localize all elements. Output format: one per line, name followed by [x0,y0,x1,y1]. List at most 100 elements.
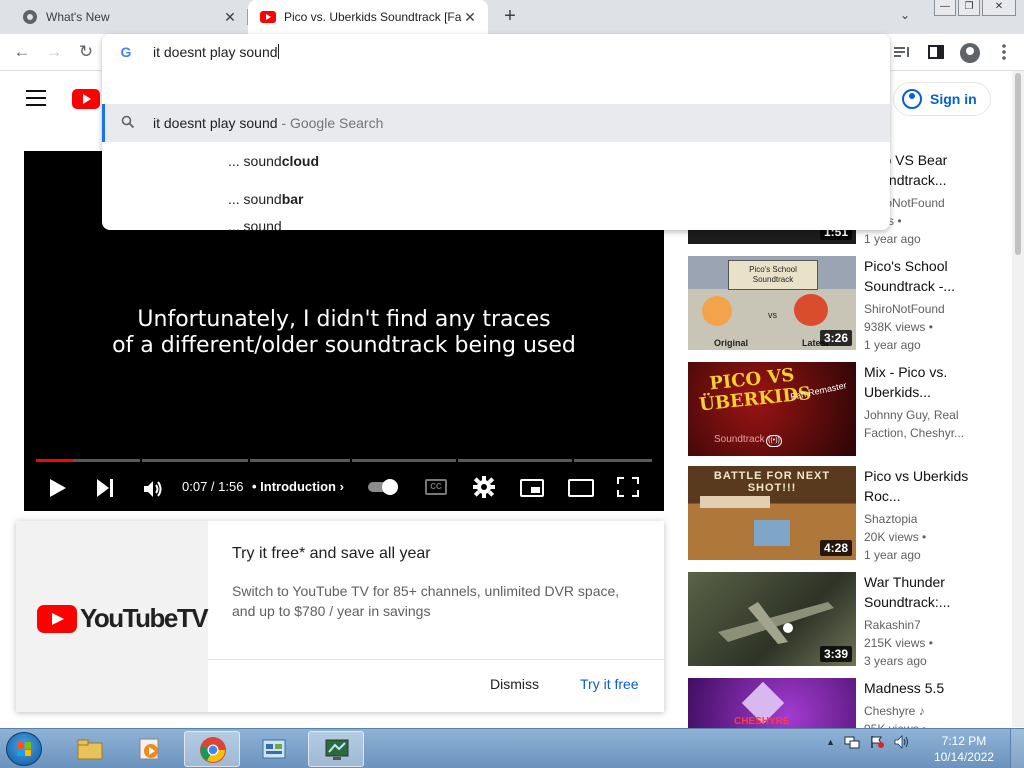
caption-line: Unfortunately, I didn't find any traces [137,307,551,332]
address-bar[interactable]: G it doesnt play sound [102,34,890,71]
fullscreen-icon[interactable] [617,477,639,497]
next-video-icon[interactable] [97,479,115,497]
new-tab-button[interactable]: + [498,4,522,28]
mix-broadcast-icon: ((•)) [766,435,782,447]
video-thumbnail[interactable]: PICO VS ÜBERKIDS Fan Remaster Soundtrack… [688,362,856,456]
view-count: 95K views • [864,720,1004,728]
clock-date: 10/14/2022 [933,750,994,764]
youtube-play-logo-icon [37,604,77,633]
taskbar-control-panel[interactable] [246,731,302,767]
video-title[interactable]: Madness 5.5 [864,678,1004,698]
taskbar-clock[interactable]: 7:12 PM 10/14/2022 [934,733,994,765]
taskbar-remote-app[interactable] [308,731,364,767]
sign-in-button[interactable]: Sign in [893,82,991,116]
tab-close-icon[interactable]: ✕ [462,9,478,26]
youtube-favicon-icon [260,11,276,23]
video-title[interactable]: Pico's School Soundtrack -... [864,256,1004,296]
recommended-video[interactable]: Pico's School Soundtrack vs Original Lat… [688,256,1008,352]
channel-name[interactable]: Shaztopia [864,510,1004,528]
suggestion-item[interactable]: ... sound [102,218,890,234]
suggestion-google-search[interactable]: it doesnt play sound - Google Search [102,104,890,142]
chapter-segment [142,459,248,462]
tab-search-chevron-icon[interactable]: ⌄ [896,8,914,26]
miniplayer-icon[interactable] [520,479,544,497]
side-panel-icon[interactable] [926,40,946,64]
play-icon[interactable] [50,479,66,497]
video-thumbnail[interactable]: CHESHYRE [688,678,856,728]
recommended-mix[interactable]: PICO VS ÜBERKIDS Fan Remaster Soundtrack… [688,362,1008,458]
media-player-icon [139,738,159,760]
taskbar-chrome[interactable] [184,731,240,767]
channel-name[interactable]: Cheshyre ♪ [864,702,1004,720]
address-input[interactable]: it doesnt play sound [153,44,279,60]
folder-icon [77,739,103,760]
taskbar-explorer[interactable] [62,731,118,767]
youtube-tv-logo: YouTubeTV [37,603,209,634]
media-queue-icon[interactable] [892,40,912,64]
google-g-icon: G [120,44,132,60]
taskbar-media-player[interactable] [122,731,178,767]
thumbnail-sign: Pico's School Soundtrack [728,260,818,290]
volume-tray-icon[interactable] [894,735,910,749]
menu-kebab-icon[interactable] [994,40,1014,64]
chrome-icon [23,10,37,24]
action-center-flag-icon[interactable] [869,735,885,749]
chrome-icon [200,737,226,763]
tray-expand-icon[interactable]: ▲ [826,737,835,747]
reload-button[interactable]: ↻ [74,40,98,64]
thumbnail-title-text: PICO VS ÜBERKIDS [698,364,813,416]
recommended-video[interactable]: BATTLE FOR NEXT SHOT!!! 4:28 Pico vs Ube… [688,466,1008,562]
control-panel-icon [262,739,286,759]
recommended-video[interactable]: 3:39 War Thunder Soundtrack:... Rakashin… [688,572,1008,668]
video-thumbnail[interactable]: 3:39 [688,572,856,666]
video-title[interactable]: War Thunder Soundtrack:... [864,572,1004,612]
forward-button[interactable]: → [42,40,66,64]
youtube-logo-icon[interactable] [72,89,100,109]
recommended-video[interactable]: CHESHYRE Madness 5.5 Cheshyre ♪ 95K view… [688,678,1008,728]
minimize-button[interactable]: — [934,0,956,16]
suggestion-completion: cloud [281,153,320,169]
video-title[interactable]: Mix - Pico vs. Uberkids... [864,362,1004,402]
tab-title: What's New [46,10,110,24]
show-desktop-button[interactable] [1010,729,1024,768]
progress-bar[interactable] [36,459,652,462]
settings-gear-icon[interactable] [472,475,496,499]
network-icon[interactable] [844,735,860,749]
promo-logo-panel: YouTubeTV [16,521,209,712]
profile-avatar-icon[interactable] [960,43,980,63]
maximize-button[interactable]: ❐ [958,0,980,16]
suggestion-item[interactable]: ... soundbar [102,180,890,218]
sign-in-label: Sign in [930,91,977,107]
try-it-free-button[interactable]: Try it free [580,676,639,692]
autoplay-toggle[interactable] [368,479,402,495]
progress-played [36,459,73,462]
window-controls: — ❐ ✕ [934,0,1016,16]
chapter-title[interactable]: • Introduction › [252,479,344,503]
channel-name[interactable]: ShiroNotFound [864,300,1004,318]
back-button[interactable]: ← [10,40,34,64]
scrollbar-thumb[interactable] [1015,73,1021,255]
subtitles-icon[interactable]: CC [425,479,447,495]
channel-name-continued: Faction, Cheshyr... [864,426,965,440]
page-scrollbar[interactable] [1012,71,1024,727]
video-title[interactable]: Pico vs Uberkids Roc... [864,466,1004,506]
video-thumbnail[interactable]: BATTLE FOR NEXT SHOT!!! 4:28 [688,466,856,560]
volume-icon[interactable] [142,477,164,501]
suggestion-text: ... sound [228,191,282,207]
clock-time: 7:12 PM [941,734,987,748]
tab-close-icon[interactable]: ✕ [222,9,238,26]
hamburger-menu-icon[interactable] [26,90,46,106]
channel-name[interactable]: Johnny Guy, Real [864,406,1004,424]
start-button[interactable] [6,732,42,766]
duration-badge: 4:28 [819,540,852,556]
suggestion-text: ... sound [228,218,282,234]
tab-pico-vs-uberkids[interactable]: Pico vs. Uberkids Soundtrack [Fa ✕ [248,0,488,34]
theater-mode-icon[interactable] [568,479,594,497]
close-window-button[interactable]: ✕ [982,0,1016,16]
tab-whats-new[interactable]: What's New ✕ [8,0,248,34]
video-thumbnail[interactable]: Pico's School Soundtrack vs Original Lat… [688,256,856,350]
suggestion-item[interactable]: ... soundcloud [102,142,890,180]
dismiss-button[interactable]: Dismiss [490,676,539,692]
upload-age: 3 years ago [864,654,927,668]
channel-name[interactable]: Rakashin7 [864,616,1004,634]
